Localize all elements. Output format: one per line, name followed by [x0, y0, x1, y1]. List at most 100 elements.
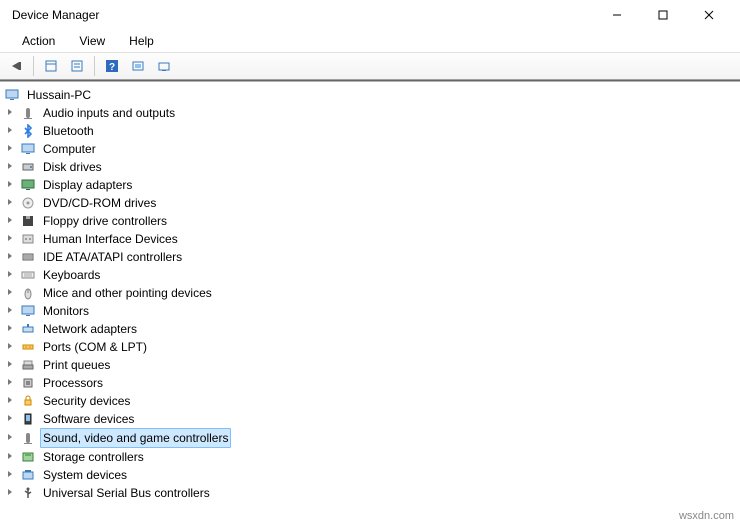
tree-node[interactable]: Storage controllers [2, 448, 738, 466]
tree-node-label: Mice and other pointing devices [40, 284, 215, 302]
tree-node[interactable]: Sound, video and game controllers [2, 428, 738, 448]
usb-icon [20, 485, 36, 501]
view-button[interactable] [65, 55, 89, 77]
minimize-button[interactable] [594, 0, 640, 30]
menu-view[interactable]: View [69, 32, 115, 50]
chevron-right-icon[interactable] [4, 288, 16, 296]
tree-node-label: Computer [40, 140, 99, 158]
bluetooth-icon [20, 123, 36, 139]
tree-node-label: DVD/CD-ROM drives [40, 194, 159, 212]
system-icon [20, 467, 36, 483]
tree-node-label: Ports (COM & LPT) [40, 338, 150, 356]
root-label: Hussain-PC [24, 86, 94, 104]
menubar: Action View Help [0, 30, 740, 52]
chevron-right-icon[interactable] [4, 360, 16, 368]
tree-node-label: Bluetooth [40, 122, 97, 140]
device-tree: Hussain-PC Audio inputs and outputsBluet… [0, 82, 740, 506]
tree-node-label: Print queues [40, 356, 113, 374]
maximize-button[interactable] [640, 0, 686, 30]
chevron-right-icon[interactable] [4, 270, 16, 278]
ide-icon [20, 249, 36, 265]
chevron-right-icon[interactable] [4, 378, 16, 386]
tree-node[interactable]: Disk drives [2, 158, 738, 176]
monitor-icon [20, 141, 36, 157]
help-button[interactable]: ? [100, 55, 124, 77]
watermark: wsxdn.com [679, 510, 734, 522]
tree-node-label: Floppy drive controllers [40, 212, 170, 230]
floppy-icon [20, 213, 36, 229]
chevron-right-icon[interactable] [4, 252, 16, 260]
tree-node-label: Audio inputs and outputs [40, 104, 178, 122]
properties-button[interactable] [39, 55, 63, 77]
tree-node[interactable]: Floppy drive controllers [2, 212, 738, 230]
tree-node[interactable]: Ports (COM & LPT) [2, 338, 738, 356]
tree-node-label: Software devices [40, 410, 137, 428]
chevron-right-icon[interactable] [4, 342, 16, 350]
tree-node-label: System devices [40, 466, 130, 484]
menu-action[interactable]: Action [12, 32, 65, 50]
tree-node[interactable]: IDE ATA/ATAPI controllers [2, 248, 738, 266]
tree-node[interactable]: Network adapters [2, 320, 738, 338]
chevron-right-icon[interactable] [4, 162, 16, 170]
chevron-right-icon[interactable] [4, 216, 16, 224]
tree-node-label: Disk drives [40, 158, 105, 176]
tree-root[interactable]: Hussain-PC [2, 86, 738, 104]
tree-node[interactable]: System devices [2, 466, 738, 484]
chevron-right-icon[interactable] [4, 144, 16, 152]
drive-icon [20, 159, 36, 175]
tree-node[interactable]: Processors [2, 374, 738, 392]
back-button[interactable] [4, 55, 28, 77]
menu-help[interactable]: Help [119, 32, 164, 50]
tree-node-label: Storage controllers [40, 448, 147, 466]
tree-node-label: IDE ATA/ATAPI controllers [40, 248, 185, 266]
speaker-icon [20, 105, 36, 121]
tree-node[interactable]: Computer [2, 140, 738, 158]
monitor-icon [4, 87, 20, 103]
tree-node[interactable]: Mice and other pointing devices [2, 284, 738, 302]
show-hidden-button[interactable] [152, 55, 176, 77]
tree-node[interactable]: Universal Serial Bus controllers [2, 484, 738, 502]
lock-icon [20, 393, 36, 409]
tree-node-label: Display adapters [40, 176, 135, 194]
tree-node[interactable]: Display adapters [2, 176, 738, 194]
tree-node[interactable]: Security devices [2, 392, 738, 410]
chevron-right-icon[interactable] [4, 324, 16, 332]
tree-node[interactable]: Human Interface Devices [2, 230, 738, 248]
chevron-right-icon[interactable] [4, 198, 16, 206]
tree-node-label: Processors [40, 374, 106, 392]
toolbar-separator [94, 56, 95, 76]
chevron-right-icon[interactable] [4, 126, 16, 134]
tree-node[interactable]: Audio inputs and outputs [2, 104, 738, 122]
toolbar-separator [33, 56, 34, 76]
keyboard-icon [20, 267, 36, 283]
chevron-right-icon[interactable] [4, 452, 16, 460]
tree-node-label: Security devices [40, 392, 133, 410]
port-icon [20, 339, 36, 355]
chevron-right-icon[interactable] [4, 433, 16, 441]
disc-icon [20, 195, 36, 211]
mouse-icon [20, 285, 36, 301]
chevron-right-icon[interactable] [4, 234, 16, 242]
tree-node[interactable]: Software devices [2, 410, 738, 428]
tree-node[interactable]: Keyboards [2, 266, 738, 284]
close-button[interactable] [686, 0, 732, 30]
svg-text:?: ? [109, 62, 115, 73]
scan-button[interactable] [126, 55, 150, 77]
chevron-right-icon[interactable] [4, 470, 16, 478]
window-title: Device Manager [8, 8, 594, 22]
network-icon [20, 321, 36, 337]
tree-node[interactable]: DVD/CD-ROM drives [2, 194, 738, 212]
chevron-right-icon[interactable] [4, 306, 16, 314]
tree-node-label: Universal Serial Bus controllers [40, 484, 213, 502]
tree-node[interactable]: Monitors [2, 302, 738, 320]
chevron-right-icon[interactable] [4, 108, 16, 116]
tree-node[interactable]: Bluetooth [2, 122, 738, 140]
chevron-right-icon[interactable] [4, 414, 16, 422]
chevron-right-icon[interactable] [4, 396, 16, 404]
tree-node-label: Network adapters [40, 320, 140, 338]
speaker-icon [20, 430, 36, 446]
chevron-right-icon[interactable] [4, 488, 16, 496]
tree-node[interactable]: Print queues [2, 356, 738, 374]
chevron-right-icon[interactable] [4, 180, 16, 188]
software-icon [20, 411, 36, 427]
